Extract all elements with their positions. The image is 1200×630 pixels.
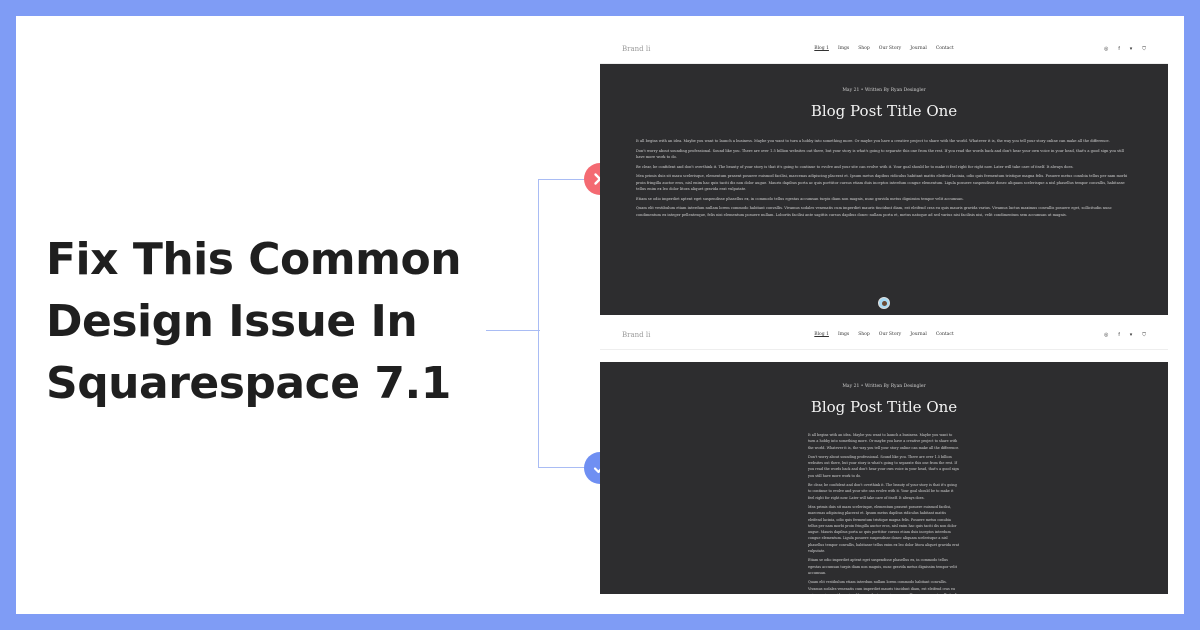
connector-spine <box>538 179 539 468</box>
nav-item-contact[interactable]: Contact <box>936 46 954 51</box>
post-title: Blog Post Title One <box>810 102 958 120</box>
screenshot-narrow-text: Brand li Blog 1 Imgs Shop Our Story Jour… <box>600 320 1168 594</box>
instagram-icon[interactable]: ◎ <box>1104 332 1108 338</box>
connector-stem <box>486 330 540 331</box>
paragraph: Quam elit vestibulum etiam interdum null… <box>808 580 959 594</box>
nav-item-blog[interactable]: Blog 1 <box>814 46 829 51</box>
post-body: It all begins with an idea. Maybe you wa… <box>636 138 1132 218</box>
post-title: Blog Post Title One <box>810 398 958 416</box>
post-meta: May 21 • Written By Ryan Desingler <box>842 88 926 93</box>
instagram-icon[interactable]: ◎ <box>1104 46 1108 52</box>
headline-line-1: Fix This Common <box>46 234 462 285</box>
headline-line-2: Design Issue In <box>46 296 418 347</box>
nav-item-our-story[interactable]: Our Story <box>879 46 901 51</box>
paragraph: Mea primis duis sit mazu scelerisque, el… <box>636 174 1128 191</box>
site-brand[interactable]: Brand li <box>622 45 742 53</box>
nav-item-imgs[interactable]: Imgs <box>838 332 849 337</box>
social-icons: ◎ f ▾ ⛉ <box>1026 46 1146 52</box>
nav-item-blog[interactable]: Blog 1 <box>814 332 829 337</box>
post-meta: May 21 • Written By Ryan Desingler <box>842 384 926 389</box>
site-nav: Blog 1 Imgs Shop Our Story Journal Conta… <box>742 46 1026 51</box>
post-section: May 21 • Written By Ryan Desingler Blog … <box>600 362 1168 594</box>
social-icons: ◎ f ▾ ⛉ <box>1026 332 1146 338</box>
author-avatar[interactable] <box>878 297 890 309</box>
cart-icon[interactable]: ⛉ <box>1142 46 1146 52</box>
site-brand[interactable]: Brand li <box>622 331 742 339</box>
content-card: Fix This Common Design Issue In Squaresp… <box>16 16 1184 614</box>
paragraph: Etiam se odio imperdiet aptent eget susp… <box>636 196 964 201</box>
nav-item-journal[interactable]: Journal <box>910 332 927 337</box>
paragraph: Don't worry about sounding professional.… <box>636 148 1124 160</box>
headline-line-3: Squarespace 7.1 <box>46 358 451 409</box>
paragraph: Quam elit vestibulum etiam interdum null… <box>636 206 1112 217</box>
paragraph: It all begins with an idea. Maybe you wa… <box>808 433 960 450</box>
post-body: It all begins with an idea. Maybe you wa… <box>808 432 960 594</box>
facebook-icon[interactable]: f <box>1118 332 1119 338</box>
paragraph: Don't worry about sounding professional.… <box>808 454 959 478</box>
nav-item-imgs[interactable]: Imgs <box>838 46 849 51</box>
paragraph: It all begins with an idea. Maybe you wa… <box>636 139 1110 143</box>
nav-item-shop[interactable]: Shop <box>858 46 870 51</box>
cart-icon[interactable]: ⛉ <box>1142 332 1146 338</box>
nav-item-contact[interactable]: Contact <box>936 332 954 337</box>
facebook-icon[interactable]: f <box>1118 46 1119 52</box>
nav-item-shop[interactable]: Shop <box>858 332 870 337</box>
paragraph: Be clear, be confident and don't overthi… <box>808 483 957 500</box>
connector-top-branch <box>538 179 586 180</box>
site-navbar: Brand li Blog 1 Imgs Shop Our Story Jour… <box>600 320 1168 350</box>
paragraph: Be clear, be confident and don't overthi… <box>636 164 1074 169</box>
twitter-icon[interactable]: ▾ <box>1130 332 1133 338</box>
twitter-icon[interactable]: ▾ <box>1130 46 1133 52</box>
paragraph: Mea primis duis sit mazu scelerisque, el… <box>808 504 960 554</box>
nav-item-our-story[interactable]: Our Story <box>879 332 901 337</box>
screenshot-wide-text: Brand li Blog 1 Imgs Shop Our Story Jour… <box>600 34 1168 315</box>
nav-item-journal[interactable]: Journal <box>910 46 927 51</box>
site-navbar: Brand li Blog 1 Imgs Shop Our Story Jour… <box>600 34 1168 64</box>
site-nav: Blog 1 Imgs Shop Our Story Journal Conta… <box>742 332 1026 337</box>
paragraph: Etiam se odio imperdiet aptent eget susp… <box>808 558 957 575</box>
headline: Fix This Common Design Issue In Squaresp… <box>46 229 506 415</box>
connector-bottom-branch <box>538 467 586 468</box>
post-section: May 21 • Written By Ryan Desingler Blog … <box>600 64 1168 315</box>
